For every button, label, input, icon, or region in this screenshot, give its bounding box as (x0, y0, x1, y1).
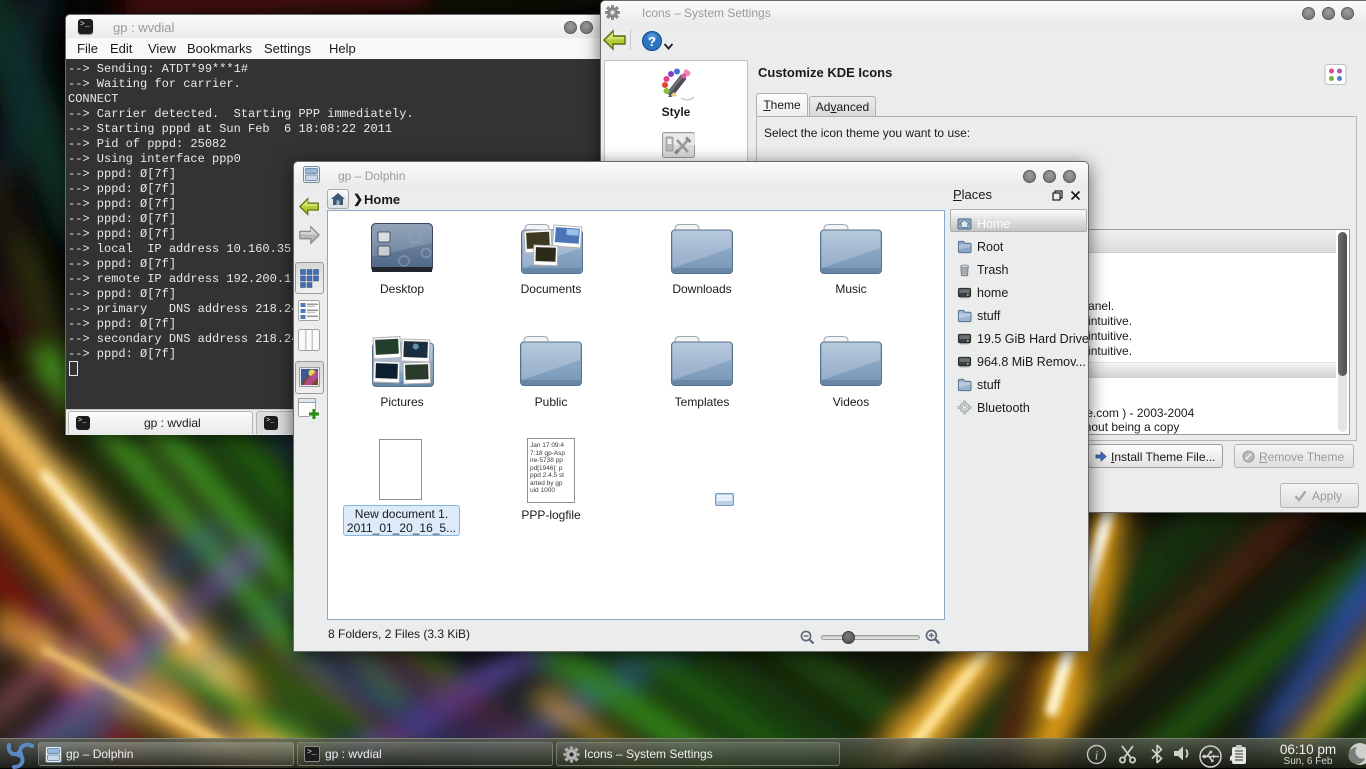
svg-text:?: ? (648, 34, 656, 49)
svg-text:i: i (1095, 748, 1099, 763)
